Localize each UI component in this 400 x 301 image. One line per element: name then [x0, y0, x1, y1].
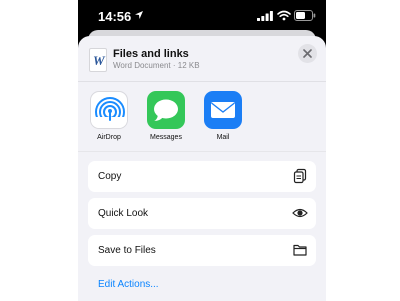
share-app-airdrop[interactable]: AirDrop	[87, 91, 131, 141]
mail-icon	[204, 91, 242, 129]
close-button[interactable]	[298, 44, 317, 63]
status-bar: 14:56	[78, 0, 326, 32]
share-app-messages[interactable]: Messages	[144, 91, 188, 141]
apps-divider	[78, 151, 326, 152]
eye-icon	[292, 208, 308, 218]
action-copy[interactable]: Copy	[88, 161, 316, 192]
share-app-label: Messages	[150, 134, 182, 141]
phone-screen: 14:56 W Files and links Word Document · …	[78, 0, 326, 301]
messages-icon	[147, 91, 185, 129]
header-divider	[78, 81, 326, 82]
file-subtitle: Word Document · 12 KB	[113, 61, 200, 70]
copy-icon	[293, 168, 307, 184]
action-quick-look[interactable]: Quick Look	[88, 198, 316, 229]
word-document-thumbnail: W	[89, 48, 107, 72]
share-app-label: AirDrop	[97, 134, 121, 141]
location-arrow-icon	[135, 11, 143, 19]
action-save-to-files[interactable]: Save to Files	[88, 235, 316, 266]
action-label: Quick Look	[98, 208, 149, 219]
word-icon: W	[93, 53, 105, 68]
action-label: Copy	[98, 171, 122, 182]
share-sheet: W Files and links Word Document · 12 KB	[78, 36, 326, 301]
airdrop-icon	[90, 91, 128, 129]
file-title: Files and links	[113, 48, 189, 60]
edit-actions-link[interactable]: Edit Actions...	[98, 279, 159, 290]
action-label: Save to Files	[98, 245, 156, 256]
wifi-icon	[277, 10, 291, 21]
battery-icon	[294, 10, 316, 21]
folder-icon	[293, 244, 307, 256]
share-app-mail[interactable]: Mail	[201, 91, 245, 141]
close-icon	[303, 49, 312, 58]
status-time: 14:56	[98, 9, 132, 24]
share-app-label: Mail	[216, 134, 230, 141]
cellular-signal-icon	[257, 11, 273, 21]
